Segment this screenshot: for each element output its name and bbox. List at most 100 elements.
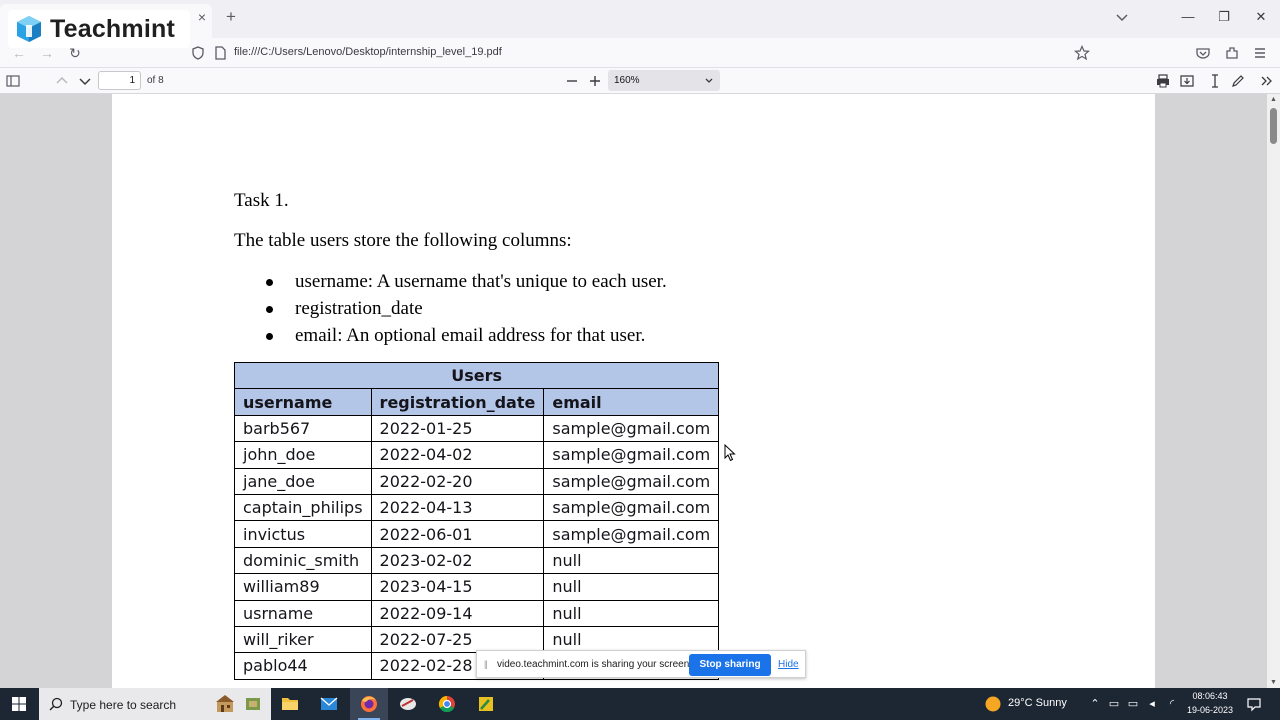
browser-tab-bar: × + — ❐ ✕	[0, 0, 1280, 38]
table-cell: null	[543, 625, 720, 654]
mouse-cursor-icon	[724, 444, 736, 462]
teachmint-logo: Teachmint	[8, 10, 190, 48]
navigation-bar: ← → ↻ file:///C:/Users/Lenovo/Desktop/in…	[0, 38, 1280, 68]
stop-sharing-button[interactable]: Stop sharing	[689, 654, 771, 676]
hide-link[interactable]: Hide	[778, 659, 799, 670]
table-cell: sample@gmail.com	[543, 467, 720, 495]
table-row: jane_doe 2022-02-20 sample@gmail.com	[234, 467, 720, 495]
zoom-out-icon[interactable]	[564, 73, 580, 89]
pdf-viewer[interactable]: Task 1. The table users store the follow…	[0, 94, 1280, 688]
table-row: john_doe 2022-04-02 sample@gmail.com	[234, 441, 720, 469]
url-text[interactable]: file:///C:/Users/Lenovo/Desktop/internsh…	[234, 46, 502, 58]
table-row: dominic_smith 2023-02-02 null	[234, 546, 720, 575]
sidebar-toggle-icon[interactable]	[5, 73, 21, 89]
zoom-select[interactable]: 160%	[608, 70, 720, 91]
intro-paragraph: The table users store the following colu…	[234, 230, 572, 251]
table-row: invictus 2022-06-01 sample@gmail.com	[234, 520, 720, 548]
table-cell: 2022-06-01	[370, 520, 545, 548]
scrollbar-thumb[interactable]	[1270, 108, 1277, 144]
table-cell: 2022-01-25	[370, 414, 545, 443]
bullet-dot	[266, 306, 273, 313]
hamburger-menu-icon[interactable]	[1252, 45, 1268, 61]
tab-list-chevron-icon[interactable]	[1114, 10, 1130, 26]
table-header-row: username registration_date email	[234, 388, 720, 416]
file-explorer-icon[interactable]	[271, 688, 309, 720]
scroll-up-arrow-icon[interactable]: ▲	[1270, 96, 1277, 103]
save-download-icon[interactable]	[1179, 73, 1195, 89]
bullet-dot	[266, 279, 273, 286]
notification-icon[interactable]	[1246, 696, 1262, 712]
table-cell: sample@gmail.com	[543, 414, 720, 443]
bookmark-star-icon[interactable]	[1074, 45, 1090, 61]
zoom-in-icon[interactable]	[587, 73, 603, 89]
table-cell: pablo44	[234, 652, 372, 680]
weather-sun-icon[interactable]	[984, 695, 1002, 713]
close-window-button[interactable]: ✕	[1252, 8, 1270, 26]
table-cell: 2022-04-13	[370, 493, 545, 522]
bullet-item: registration_date	[295, 298, 423, 319]
teachmint-logo-text: Teachmint	[50, 14, 175, 43]
clock-date[interactable]: 19-06-2023	[1184, 705, 1236, 715]
extensions-icon[interactable]	[1224, 45, 1240, 61]
chrome-icon[interactable]	[428, 688, 466, 720]
search-icon	[49, 697, 63, 711]
table-cell: 2023-02-02	[370, 546, 545, 575]
print-icon[interactable]	[1155, 73, 1171, 89]
table-cell: 2022-02-20	[370, 467, 545, 495]
network-icon[interactable]: ▭	[1106, 696, 1122, 712]
restore-button[interactable]: ❐	[1215, 8, 1233, 26]
battery-icon[interactable]: ▭	[1125, 696, 1141, 712]
tab-close-button[interactable]: ×	[194, 9, 210, 25]
new-tab-button[interactable]: +	[222, 8, 240, 26]
clock-time[interactable]: 08:06:43	[1190, 691, 1230, 701]
taskbar-app-icon[interactable]	[234, 688, 272, 720]
previous-page-icon[interactable]	[54, 73, 70, 89]
task-heading: Task 1.	[234, 190, 289, 211]
taskbar-app-icon[interactable]	[389, 688, 427, 720]
wifi-icon[interactable]: ◜	[1164, 696, 1180, 712]
text-cursor-icon[interactable]	[1207, 73, 1223, 89]
tools-chevron-icon[interactable]	[1259, 73, 1275, 89]
table-cell: dominic_smith	[234, 546, 372, 575]
draw-pen-icon[interactable]	[1230, 73, 1246, 89]
windows-taskbar: Type here to search 29°C Sunny ⌃ ▭ ▭ ◂ ◜…	[0, 688, 1280, 720]
search-placeholder: Type here to search	[70, 698, 177, 712]
scroll-down-arrow-icon[interactable]: ▼	[1270, 679, 1277, 686]
table-row: usrname 2022-09-14 null	[234, 599, 720, 627]
firefox-icon[interactable]	[350, 688, 388, 720]
table-cell: sample@gmail.com	[543, 441, 720, 469]
teachmint-cube-icon	[17, 16, 41, 42]
volume-icon[interactable]: ◂	[1144, 696, 1160, 712]
table-cell: john_doe	[234, 441, 372, 469]
weather-text[interactable]: 29°C Sunny	[1008, 697, 1067, 709]
start-button[interactable]	[0, 688, 38, 720]
pocket-icon[interactable]	[1195, 45, 1211, 61]
minimize-button[interactable]: —	[1179, 8, 1197, 26]
table-cell: null	[543, 546, 720, 575]
url-bar[interactable]: file:///C:/Users/Lenovo/Desktop/internsh…	[186, 41, 1100, 65]
table-cell: usrname	[234, 599, 372, 627]
mail-icon[interactable]	[310, 688, 348, 720]
table-row: william89 2023-04-15 null	[234, 573, 720, 601]
table-cell: sample@gmail.com	[543, 493, 720, 522]
vertical-scrollbar[interactable]: ▲ ▼	[1267, 94, 1280, 688]
chevron-up-icon[interactable]: ⌃	[1087, 696, 1103, 712]
taskbar-app-icon[interactable]	[467, 688, 505, 720]
file-icon	[215, 46, 226, 60]
table-caption: Users	[233, 361, 720, 390]
column-header: registration_date	[370, 388, 545, 416]
next-page-icon[interactable]	[77, 73, 93, 89]
table-row: barb567 2022-01-25 sample@gmail.com	[234, 414, 720, 443]
zoom-value: 160%	[614, 75, 640, 86]
drag-handle-icon[interactable]: ||	[484, 659, 488, 669]
table-cell: captain_philips	[234, 493, 372, 522]
pdf-toolbar: 1 of 8 160%	[0, 68, 1280, 94]
table-cell: william89	[234, 573, 372, 601]
shield-icon[interactable]	[190, 45, 206, 61]
users-table: Users username registration_date email b…	[233, 361, 720, 680]
table-row: captain_philips 2022-04-13 sample@gmail.…	[234, 493, 720, 522]
sharing-message: video.teachmint.com is sharing your scre…	[497, 659, 693, 670]
table-cell: 2022-09-14	[370, 599, 545, 627]
page-number-input[interactable]: 1	[98, 71, 141, 90]
table-cell: 2022-07-25	[370, 625, 545, 654]
